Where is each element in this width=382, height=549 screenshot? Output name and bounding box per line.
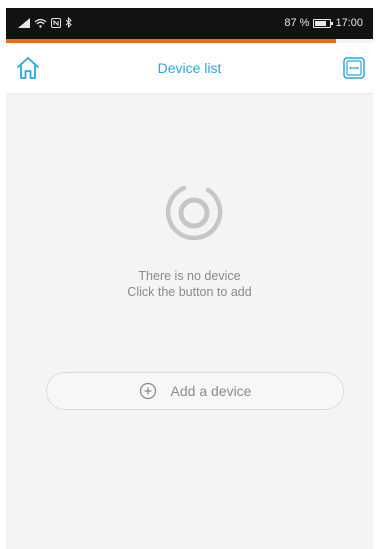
empty-state-line1: There is no device	[138, 269, 241, 283]
page-title: Device list	[157, 60, 222, 76]
empty-device-icon	[163, 182, 225, 244]
signal-icon	[18, 17, 30, 28]
wifi-icon	[34, 18, 47, 28]
nfc-icon	[51, 17, 61, 28]
empty-state-text: There is no device Click the button to a…	[6, 268, 373, 300]
status-right: 87 % 17:00	[284, 17, 363, 29]
add-device-button[interactable]: Add a device	[46, 372, 344, 410]
app-header: Device list	[6, 43, 373, 94]
battery-percent: 87 %	[284, 17, 310, 29]
status-icons	[18, 17, 72, 28]
battery-icon	[313, 18, 334, 28]
bluetooth-icon	[65, 17, 72, 28]
scan-icon	[343, 57, 365, 79]
status-time: 17:00	[335, 17, 363, 29]
add-device-label: Add a device	[170, 383, 252, 399]
status-bar: 87 % 17:00	[6, 8, 373, 39]
empty-state-line2: Click the button to add	[127, 285, 252, 299]
scan-button[interactable]	[343, 57, 365, 79]
app-screen: 87 % 17:00 Device list There is no devic…	[6, 8, 373, 549]
plus-circle-icon	[139, 382, 156, 400]
